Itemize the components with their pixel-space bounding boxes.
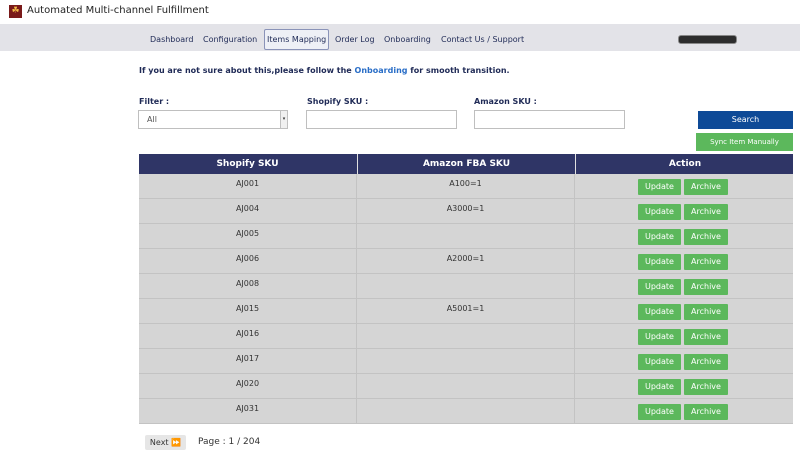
archive-button[interactable]: Archive: [684, 204, 728, 220]
top-bar: ☘ Automated Multi-channel Fulfillment: [0, 0, 800, 24]
archive-button[interactable]: Archive: [684, 254, 728, 270]
table-header: Shopify SKU Amazon FBA SKU Action: [139, 154, 793, 174]
chevron-down-icon[interactable]: ▾: [280, 111, 287, 128]
archive-button[interactable]: Archive: [684, 354, 728, 370]
action-cell: Update Archive: [574, 174, 793, 199]
update-button[interactable]: Update: [638, 254, 681, 270]
amazon-sku-cell: A2000=1: [356, 249, 574, 274]
notice-suffix: for smooth transition.: [410, 66, 510, 75]
table-row: AJ001 A100=1 Update Archive: [139, 174, 793, 199]
amazon-sku-cell: A5001=1: [356, 299, 574, 324]
update-button[interactable]: Update: [638, 304, 681, 320]
shopify-sku-cell: AJ020: [235, 379, 260, 388]
action-cell: Update Archive: [574, 199, 793, 224]
action-cell: Update Archive: [574, 249, 793, 274]
nav-dashboard[interactable]: Dashboard: [150, 30, 193, 49]
amazon-sku-cell: [356, 324, 574, 349]
update-button[interactable]: Update: [638, 329, 681, 345]
filter-label: Filter :: [139, 97, 170, 106]
update-button[interactable]: Update: [638, 179, 681, 195]
header-shopify-sku: Shopify SKU: [216, 159, 279, 169]
table-row: AJ016 Update Archive: [139, 324, 793, 349]
table-body: AJ001 A100=1 Update Archive AJ004 A3000=1 Upda…: [139, 174, 793, 424]
table-row: AJ020 Update Archive: [139, 374, 793, 399]
app-logo-icon: ☘: [9, 5, 22, 18]
shopify-sku-cell: AJ006: [235, 254, 260, 263]
action-cell: Update Archive: [574, 349, 793, 374]
amazon-sku-cell: [356, 349, 574, 374]
shopify-sku-cell: AJ008: [235, 279, 260, 288]
table-row: AJ006 A2000=1 Update Archive: [139, 249, 793, 274]
page-indicator: Page : 1 / 204: [198, 437, 261, 447]
table-row: AJ017 Update Archive: [139, 349, 793, 374]
table-row: AJ031 Update Archive: [139, 399, 793, 424]
shopify-sku-cell: AJ005: [235, 229, 260, 238]
archive-button[interactable]: Archive: [684, 329, 728, 345]
archive-button[interactable]: Archive: [684, 229, 728, 245]
action-cell: Update Archive: [574, 274, 793, 299]
archive-button[interactable]: Archive: [684, 404, 728, 420]
items-mapping-table: Shopify SKU Amazon FBA SKU Action AJ001 A…: [139, 154, 793, 424]
amazon-sku-cell: [356, 274, 574, 299]
action-cell: Update Archive: [574, 374, 793, 399]
shopify-sku-label: Shopify SKU :: [307, 97, 369, 106]
header-action: Action: [575, 154, 794, 174]
action-cell: Update Archive: [574, 399, 793, 424]
amazon-sku-cell: [356, 224, 574, 249]
amazon-sku-input[interactable]: [474, 110, 625, 129]
nav-contact-support[interactable]: Contact Us / Support: [441, 30, 524, 49]
action-cell: Update Archive: [574, 324, 793, 349]
update-button[interactable]: Update: [638, 204, 681, 220]
action-cell: Update Archive: [574, 224, 793, 249]
shopify-sku-cell: AJ017: [235, 354, 260, 363]
update-button[interactable]: Update: [638, 354, 681, 370]
app-title: Automated Multi-channel Fulfillment: [27, 5, 209, 16]
shopify-sku-cell: AJ004: [235, 204, 260, 213]
shopify-sku-cell: AJ015: [235, 304, 260, 313]
amazon-sku-cell: [356, 374, 574, 399]
update-button[interactable]: Update: [638, 229, 681, 245]
nav-items-mapping[interactable]: Items Mapping: [264, 29, 330, 50]
amazon-sku-label: Amazon SKU :: [474, 97, 537, 106]
notice-prefix: If you are not sure about this,please fo…: [139, 66, 352, 75]
archive-button[interactable]: Archive: [684, 379, 728, 395]
amazon-sku-cell: A100=1: [356, 174, 574, 199]
update-button[interactable]: Update: [638, 404, 681, 420]
archive-button[interactable]: Archive: [684, 179, 728, 195]
nav-configuration[interactable]: Configuration: [203, 30, 257, 49]
amazon-sku-cell: A3000=1: [356, 199, 574, 224]
nav-onboarding[interactable]: Onboarding: [384, 30, 431, 49]
next-page-button[interactable]: Next ⏩: [145, 435, 186, 450]
search-button[interactable]: Search: [698, 111, 793, 129]
update-button[interactable]: Update: [638, 379, 681, 395]
amazon-sku-cell: [356, 399, 574, 424]
table-row: AJ015 A5001=1 Update Archive: [139, 299, 793, 324]
table-row: AJ008 Update Archive: [139, 274, 793, 299]
archive-button[interactable]: Archive: [684, 279, 728, 295]
user-account-menu[interactable]: [678, 35, 737, 44]
nav-order-log[interactable]: Order Log: [335, 30, 375, 49]
table-row: AJ004 A3000=1 Update Archive: [139, 199, 793, 224]
filter-select[interactable]: All ▾: [138, 110, 288, 129]
shopify-sku-cell: AJ016: [235, 329, 260, 338]
filter-select-value: All: [147, 115, 157, 124]
onboarding-link[interactable]: Onboarding: [355, 66, 408, 75]
archive-button[interactable]: Archive: [684, 304, 728, 320]
shopify-sku-cell: AJ031: [235, 404, 260, 413]
action-cell: Update Archive: [574, 299, 793, 324]
table-row: AJ005 Update Archive: [139, 224, 793, 249]
onboarding-notice: If you are not sure about this,please fo…: [139, 66, 510, 75]
header-amazon-fba-sku: Amazon FBA SKU: [357, 154, 575, 174]
shopify-sku-cell: AJ001: [235, 179, 260, 188]
update-button[interactable]: Update: [638, 279, 681, 295]
sync-items-button[interactable]: Sync Item Manually: [696, 133, 793, 151]
shopify-sku-input[interactable]: [306, 110, 457, 129]
